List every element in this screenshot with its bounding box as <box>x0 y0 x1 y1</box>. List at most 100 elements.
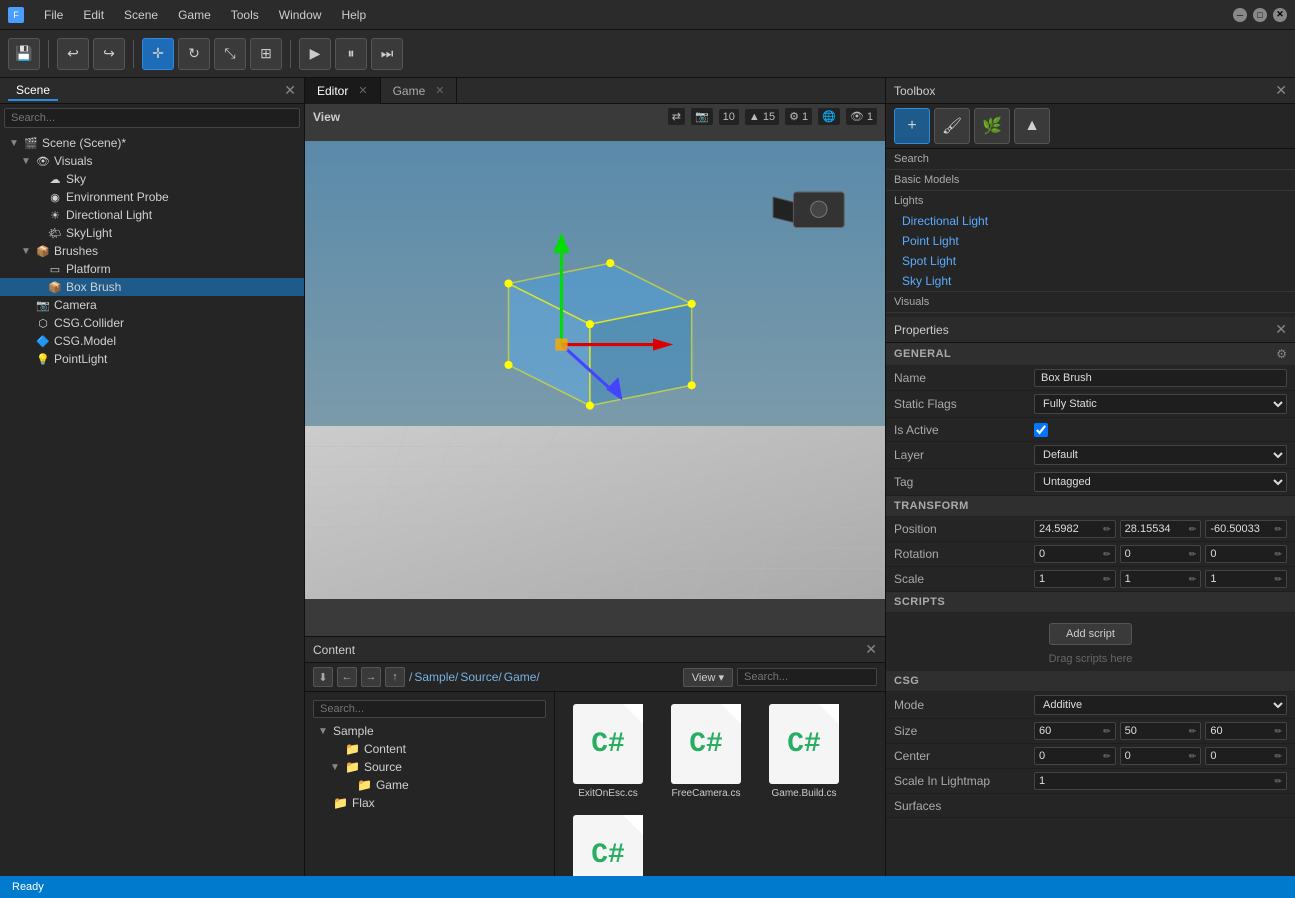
tree-item-platform[interactable]: ▭ Platform <box>0 260 304 278</box>
save-button[interactable]: 💾 <box>8 38 40 70</box>
size-y-edit[interactable]: ✏ <box>1189 726 1197 737</box>
breadcrumb-game[interactable]: Game/ <box>504 670 540 684</box>
toolbox-item-spot-light[interactable]: Spot Light <box>886 251 1295 271</box>
transform-section-header[interactable]: Transform <box>886 496 1295 517</box>
tree-item-scene[interactable]: ▼ 🎬 Scene (Scene)* <box>0 134 304 152</box>
toolbox-search-label[interactable]: Search <box>886 149 1295 169</box>
viewport[interactable]: View ⇄ 📷 10 ▲ 15 ⚙ 1 🌐 👁 1 <box>305 104 885 636</box>
tree-item-skylight[interactable]: 🌤 SkyLight <box>0 224 304 242</box>
nav-forward-button[interactable]: → <box>361 667 381 687</box>
grid-button[interactable]: ⊞ <box>250 38 282 70</box>
tree-item-flax-folder[interactable]: 📁 Flax <box>309 794 550 812</box>
nav-back-button[interactable]: ← <box>337 667 357 687</box>
pause-button[interactable]: ⏸ <box>335 38 367 70</box>
rotation-y-edit[interactable]: ✏ <box>1189 549 1197 560</box>
play-button[interactable]: ▶ <box>299 38 331 70</box>
menu-help[interactable]: Help <box>333 6 374 24</box>
tree-item-source-folder[interactable]: ▼ 📁 Source <box>309 758 550 776</box>
viewport-light-count[interactable]: ▲ 15 <box>745 109 779 125</box>
file-item-free-camera[interactable]: C# FreeCamera.cs <box>661 700 751 803</box>
toolbox-add-button[interactable]: + <box>894 108 930 144</box>
position-x-edit[interactable]: ✏ <box>1103 524 1111 535</box>
scale-lightmap-edit[interactable]: ✏ <box>1274 776 1282 787</box>
menu-edit[interactable]: Edit <box>75 6 112 24</box>
content-tree-search-input[interactable] <box>313 700 546 718</box>
menu-game[interactable]: Game <box>170 6 219 24</box>
tree-item-visuals[interactable]: ▼ 👁 Visuals <box>0 152 304 170</box>
toolbox-basic-models-header[interactable]: Basic Models <box>886 170 1295 190</box>
file-item-my-script[interactable]: C# MyScript.cs <box>563 811 653 876</box>
position-z-edit[interactable]: ✏ <box>1274 524 1282 535</box>
prop-input-name[interactable] <box>1034 369 1287 387</box>
toolbox-item-directional-light[interactable]: Directional Light <box>886 211 1295 231</box>
center-y-edit[interactable]: ✏ <box>1189 751 1197 762</box>
nav-download-button[interactable]: ⬇ <box>313 667 333 687</box>
menu-window[interactable]: Window <box>271 6 330 24</box>
viewport-mesh-count[interactable]: ⚙ 1 <box>785 108 812 125</box>
rotate-button[interactable]: ↻ <box>178 38 210 70</box>
scene-search-input[interactable] <box>4 108 300 128</box>
toolbox-visuals-header[interactable]: Visuals <box>886 292 1295 312</box>
rotation-x-edit[interactable]: ✏ <box>1103 549 1111 560</box>
maximize-button[interactable]: □ <box>1253 8 1267 22</box>
viewport-transform-icon[interactable]: ⇄ <box>668 108 685 125</box>
properties-close[interactable]: ✕ <box>1275 321 1287 338</box>
tree-item-point-light[interactable]: 💡 PointLight <box>0 350 304 368</box>
toolbox-item-point-light[interactable]: Point Light <box>886 231 1295 251</box>
prop-checkbox-is-active[interactable] <box>1034 423 1048 437</box>
content-panel-close[interactable]: ✕ <box>865 641 877 658</box>
prop-select-layer[interactable]: Default <box>1034 445 1287 465</box>
position-y-edit[interactable]: ✏ <box>1189 524 1197 535</box>
tab-game-close[interactable]: ✕ <box>435 84 444 97</box>
breadcrumb-sample[interactable]: Sample/ <box>414 670 458 684</box>
tab-editor[interactable]: Editor ✕ <box>305 78 381 104</box>
scene-panel-close[interactable]: ✕ <box>284 82 296 99</box>
breadcrumb-source[interactable]: Source/ <box>460 670 501 684</box>
scripts-section-header[interactable]: Scripts <box>886 592 1295 613</box>
csg-section-header[interactable]: CSG <box>886 671 1295 692</box>
prop-select-tag[interactable]: Untagged <box>1034 472 1287 492</box>
nav-up-button[interactable]: ↑ <box>385 667 405 687</box>
menu-file[interactable]: File <box>36 6 71 24</box>
size-z-edit[interactable]: ✏ <box>1274 726 1282 737</box>
toolbox-terrain-button[interactable]: ▲ <box>1014 108 1050 144</box>
tree-item-brushes[interactable]: ▼ 📦 Brushes <box>0 242 304 260</box>
tree-item-sky[interactable]: ☁ Sky <box>0 170 304 188</box>
general-section-header[interactable]: General ⚙ <box>886 343 1295 366</box>
menu-scene[interactable]: Scene <box>116 6 166 24</box>
scene-tab[interactable]: Scene <box>8 81 58 101</box>
tree-item-env-probe[interactable]: ◉ Environment Probe <box>0 188 304 206</box>
scale-x-edit[interactable]: ✏ <box>1103 574 1111 585</box>
tree-item-box-brush[interactable]: 📦 Box Brush <box>0 278 304 296</box>
toolbox-paint-button[interactable]: 🖌 <box>934 108 970 144</box>
file-item-exit-on-esc[interactable]: C# ExitOnEsc.cs <box>563 700 653 803</box>
tree-item-csg-collider[interactable]: ⬡ CSG.Collider <box>0 314 304 332</box>
tree-item-csg-model[interactable]: 🔷 CSG.Model <box>0 332 304 350</box>
viewport-eye-count[interactable]: 👁 1 <box>846 108 877 125</box>
breadcrumb-root[interactable]: / <box>409 670 412 684</box>
general-gear-icon[interactable]: ⚙ <box>1276 347 1287 361</box>
redo-button[interactable]: ↪ <box>93 38 125 70</box>
add-script-button[interactable]: Add script <box>1049 623 1132 645</box>
rotation-z-edit[interactable]: ✏ <box>1274 549 1282 560</box>
toolbox-lights-header[interactable]: Lights <box>886 191 1295 211</box>
tree-item-dir-light[interactable]: ☀ Directional Light <box>0 206 304 224</box>
viewport-world-icon[interactable]: 🌐 <box>818 108 840 125</box>
tab-editor-close[interactable]: ✕ <box>358 84 367 97</box>
center-z-edit[interactable]: ✏ <box>1274 751 1282 762</box>
tree-item-game-folder[interactable]: 📁 Game <box>309 776 550 794</box>
file-item-game-build[interactable]: C# Game.Build.cs <box>759 700 849 803</box>
content-search-input[interactable] <box>737 668 877 686</box>
viewport-camera-icon[interactable]: 📷 <box>691 108 713 125</box>
scale-z-edit[interactable]: ✏ <box>1274 574 1282 585</box>
toolbox-close[interactable]: ✕ <box>1275 82 1287 99</box>
close-button[interactable]: ✕ <box>1273 8 1287 22</box>
toolbox-item-sky-light[interactable]: Sky Light <box>886 271 1295 291</box>
center-x-edit[interactable]: ✏ <box>1103 751 1111 762</box>
scale-button[interactable]: ⤡ <box>214 38 246 70</box>
view-dropdown-button[interactable]: View ▾ <box>683 668 733 687</box>
tree-item-content-folder[interactable]: 📁 Content <box>309 740 550 758</box>
undo-button[interactable]: ↩ <box>57 38 89 70</box>
tab-game[interactable]: Game ✕ <box>381 78 458 104</box>
size-x-edit[interactable]: ✏ <box>1103 726 1111 737</box>
